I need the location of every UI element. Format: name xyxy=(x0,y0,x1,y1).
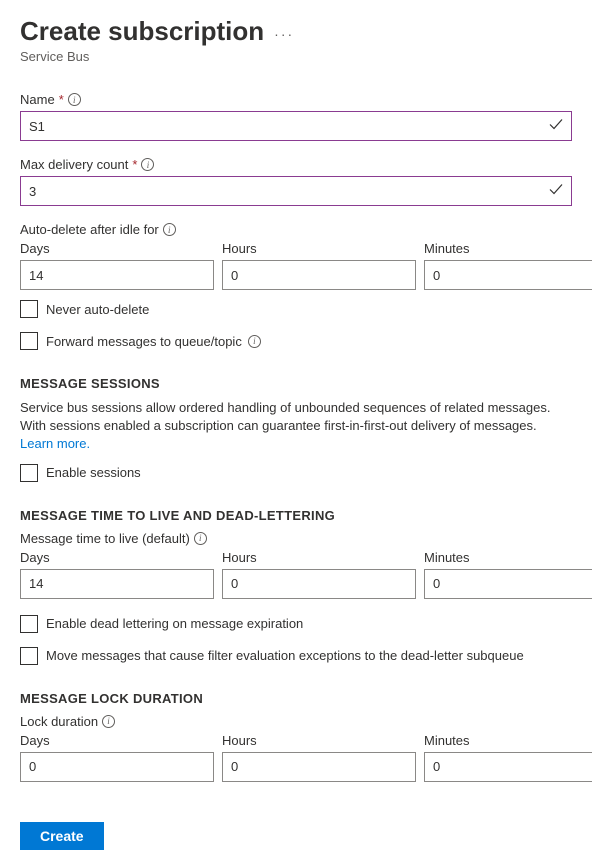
sessions-description: Service bus sessions allow ordered handl… xyxy=(20,399,572,454)
auto-delete-label: Auto-delete after idle for i xyxy=(20,222,176,237)
required-marker: * xyxy=(59,92,64,107)
page-subtitle: Service Bus xyxy=(20,49,572,64)
name-input[interactable] xyxy=(20,111,572,141)
dead-letter-expire-label: Enable dead lettering on message expirat… xyxy=(46,616,303,631)
ttl-label: Message time to live (default) i xyxy=(20,531,207,546)
more-icon[interactable]: ··· xyxy=(274,26,294,42)
required-marker: * xyxy=(132,157,137,172)
forward-messages-checkbox[interactable] xyxy=(20,332,38,350)
enable-sessions-label: Enable sessions xyxy=(46,465,141,480)
days-label: Days xyxy=(20,241,214,256)
days-label: Days xyxy=(20,550,214,565)
name-label: Name * i xyxy=(20,92,81,107)
info-icon[interactable]: i xyxy=(141,158,154,171)
forward-messages-label: Forward messages to queue/topic i xyxy=(46,334,261,349)
sessions-heading: MESSAGE SESSIONS xyxy=(20,376,572,391)
ttl-duration: Days Hours Minutes Seconds xyxy=(20,550,572,599)
dead-letter-filter-checkbox[interactable] xyxy=(20,647,38,665)
hours-label: Hours xyxy=(222,241,416,256)
hours-label: Hours xyxy=(222,550,416,565)
check-icon xyxy=(548,117,564,136)
hours-label: Hours xyxy=(222,733,416,748)
info-icon[interactable]: i xyxy=(248,335,261,348)
days-label: Days xyxy=(20,733,214,748)
never-auto-delete-checkbox[interactable] xyxy=(20,300,38,318)
enable-sessions-checkbox[interactable] xyxy=(20,464,38,482)
ttl-hours-input[interactable] xyxy=(222,569,416,599)
auto-delete-days-input[interactable] xyxy=(20,260,214,290)
create-button[interactable]: Create xyxy=(20,822,104,850)
lock-duration: Days Hours Minutes Seconds xyxy=(20,733,572,782)
lock-heading: MESSAGE LOCK DURATION xyxy=(20,691,572,706)
page-title: Create subscription xyxy=(20,16,264,47)
dead-letter-filter-label: Move messages that cause filter evaluati… xyxy=(46,648,524,663)
lock-minutes-input[interactable] xyxy=(424,752,592,782)
learn-more-link[interactable]: Learn more. xyxy=(20,436,90,451)
info-icon[interactable]: i xyxy=(102,715,115,728)
lock-days-input[interactable] xyxy=(20,752,214,782)
ttl-days-input[interactable] xyxy=(20,569,214,599)
minutes-label: Minutes xyxy=(424,550,592,565)
ttl-minutes-input[interactable] xyxy=(424,569,592,599)
info-icon[interactable]: i xyxy=(163,223,176,236)
max-delivery-input[interactable] xyxy=(20,176,572,206)
info-icon[interactable]: i xyxy=(194,532,207,545)
lock-hours-input[interactable] xyxy=(222,752,416,782)
ttl-heading: MESSAGE TIME TO LIVE AND DEAD-LETTERING xyxy=(20,508,572,523)
check-icon xyxy=(548,182,564,201)
minutes-label: Minutes xyxy=(424,241,592,256)
auto-delete-hours-input[interactable] xyxy=(222,260,416,290)
auto-delete-minutes-input[interactable] xyxy=(424,260,592,290)
minutes-label: Minutes xyxy=(424,733,592,748)
lock-label: Lock duration i xyxy=(20,714,115,729)
info-icon[interactable]: i xyxy=(68,93,81,106)
never-auto-delete-label: Never auto-delete xyxy=(46,302,149,317)
max-delivery-label: Max delivery count * i xyxy=(20,157,154,172)
dead-letter-expire-checkbox[interactable] xyxy=(20,615,38,633)
auto-delete-duration: Days Hours Minutes Seconds xyxy=(20,241,572,290)
